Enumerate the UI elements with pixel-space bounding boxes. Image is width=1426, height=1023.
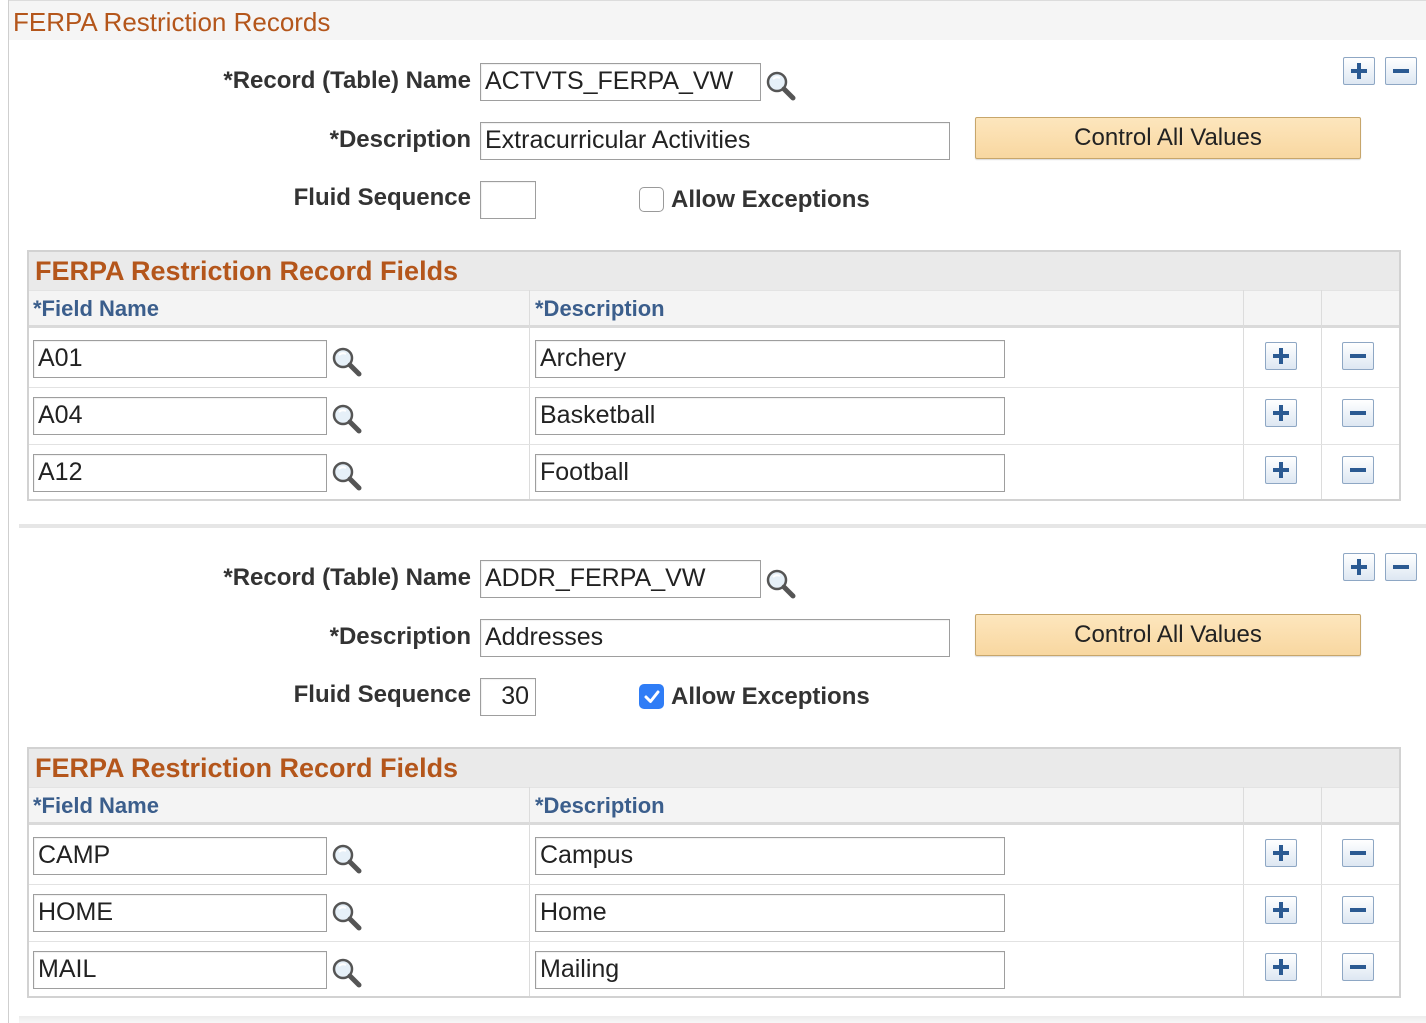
record-fields-grid: FERPA Restriction Record Fields *Field N…: [27, 747, 1401, 998]
plus-icon: [1273, 902, 1289, 918]
record-name-input[interactable]: ACTVTS_FERPA_VW: [480, 63, 761, 101]
field-name-input[interactable]: A01: [33, 340, 327, 378]
column-header-description[interactable]: *Description: [535, 793, 665, 819]
minus-icon: [1350, 908, 1366, 912]
plus-icon: [1273, 405, 1289, 421]
fluid-sequence-label: Fluid Sequence: [293, 681, 471, 708]
grid-title-bar: FERPA Restriction Record Fields: [29, 749, 1399, 787]
record-name-label: *Record (Table) Name: [223, 564, 471, 591]
record-separator: [19, 524, 1426, 528]
add-row-button[interactable]: [1265, 342, 1297, 370]
plus-icon: [1351, 559, 1367, 575]
minus-icon: [1393, 69, 1409, 73]
plus-icon: [1351, 63, 1367, 79]
field-name-input[interactable]: CAMP: [33, 837, 327, 875]
minus-icon: [1350, 965, 1366, 969]
add-row-button[interactable]: [1265, 839, 1297, 867]
lookup-icon[interactable]: [763, 68, 797, 102]
fluid-sequence-label: Fluid Sequence: [293, 184, 471, 211]
lookup-icon[interactable]: [329, 401, 363, 435]
page-title: FERPA Restriction Records: [13, 7, 331, 37]
add-row-button[interactable]: [1265, 953, 1297, 981]
page-title-bar: FERPA Restriction Records: [9, 0, 1426, 40]
field-name-input[interactable]: A04: [33, 397, 327, 435]
lookup-icon[interactable]: [763, 566, 797, 600]
grid-title: FERPA Restriction Record Fields: [35, 753, 459, 783]
field-description-input[interactable]: Mailing: [535, 951, 1005, 989]
field-name-input[interactable]: A12: [33, 454, 327, 492]
lookup-icon[interactable]: [329, 898, 363, 932]
plus-icon: [1273, 959, 1289, 975]
table-row: A12 Football: [29, 445, 1399, 502]
grid-header-row: *Field Name *Description: [29, 787, 1399, 825]
field-description-input[interactable]: Basketball: [535, 397, 1005, 435]
table-row: MAIL Mailing: [29, 942, 1399, 999]
field-name-input[interactable]: HOME: [33, 894, 327, 932]
grid-title: FERPA Restriction Record Fields: [35, 256, 459, 286]
allow-exceptions-label: Allow Exceptions: [671, 683, 870, 710]
plus-icon: [1273, 845, 1289, 861]
description-label: *Description: [329, 623, 471, 650]
table-row: CAMP Campus: [29, 828, 1399, 885]
grid-title-bar: FERPA Restriction Record Fields: [29, 252, 1399, 290]
add-row-button[interactable]: [1265, 399, 1297, 427]
control-all-values-button[interactable]: Control All Values: [975, 614, 1361, 656]
delete-record-button[interactable]: [1385, 57, 1417, 85]
grid-header-row: *Field Name *Description: [29, 290, 1399, 328]
checkmark-icon: [644, 690, 660, 703]
delete-row-button[interactable]: [1342, 839, 1374, 867]
column-header-description[interactable]: *Description: [535, 296, 665, 322]
record-fields-grid: FERPA Restriction Record Fields *Field N…: [27, 250, 1401, 501]
delete-row-button[interactable]: [1342, 399, 1374, 427]
plus-icon: [1273, 462, 1289, 478]
minus-icon: [1350, 468, 1366, 472]
control-all-values-button[interactable]: Control All Values: [975, 117, 1361, 159]
table-row: A04 Basketball: [29, 388, 1399, 445]
description-label: *Description: [329, 126, 471, 153]
minus-icon: [1393, 565, 1409, 569]
page-container: FERPA Restriction Records *Record (Table…: [8, 0, 1426, 1023]
minus-icon: [1350, 411, 1366, 415]
allow-exceptions-checkbox[interactable]: [639, 684, 664, 709]
allow-exceptions-checkbox[interactable]: [639, 187, 664, 212]
fluid-sequence-input[interactable]: 30: [480, 678, 536, 716]
minus-icon: [1350, 851, 1366, 855]
field-description-input[interactable]: Football: [535, 454, 1005, 492]
section-bottom-border: [19, 1016, 1426, 1023]
record-name-input[interactable]: ADDR_FERPA_VW: [480, 560, 761, 598]
field-description-input[interactable]: Campus: [535, 837, 1005, 875]
lookup-icon[interactable]: [329, 955, 363, 989]
plus-icon: [1273, 348, 1289, 364]
add-record-button[interactable]: [1343, 57, 1375, 85]
column-header-field-name[interactable]: *Field Name: [33, 296, 159, 322]
delete-row-button[interactable]: [1342, 896, 1374, 924]
delete-row-button[interactable]: [1342, 953, 1374, 981]
add-record-button[interactable]: [1343, 553, 1375, 581]
allow-exceptions-label: Allow Exceptions: [671, 186, 870, 213]
field-name-input[interactable]: MAIL: [33, 951, 327, 989]
description-input[interactable]: Addresses: [480, 619, 950, 657]
delete-row-button[interactable]: [1342, 342, 1374, 370]
add-row-button[interactable]: [1265, 896, 1297, 924]
lookup-icon[interactable]: [329, 841, 363, 875]
minus-icon: [1350, 354, 1366, 358]
lookup-icon[interactable]: [329, 458, 363, 492]
delete-row-button[interactable]: [1342, 456, 1374, 484]
column-header-field-name[interactable]: *Field Name: [33, 793, 159, 819]
table-row: HOME Home: [29, 885, 1399, 942]
fluid-sequence-input[interactable]: [480, 181, 536, 219]
field-description-input[interactable]: Archery: [535, 340, 1005, 378]
description-input[interactable]: Extracurricular Activities: [480, 122, 950, 160]
add-row-button[interactable]: [1265, 456, 1297, 484]
field-description-input[interactable]: Home: [535, 894, 1005, 932]
lookup-icon[interactable]: [329, 344, 363, 378]
delete-record-button[interactable]: [1385, 553, 1417, 581]
table-row: A01 Archery: [29, 331, 1399, 388]
record-name-label: *Record (Table) Name: [223, 67, 471, 94]
